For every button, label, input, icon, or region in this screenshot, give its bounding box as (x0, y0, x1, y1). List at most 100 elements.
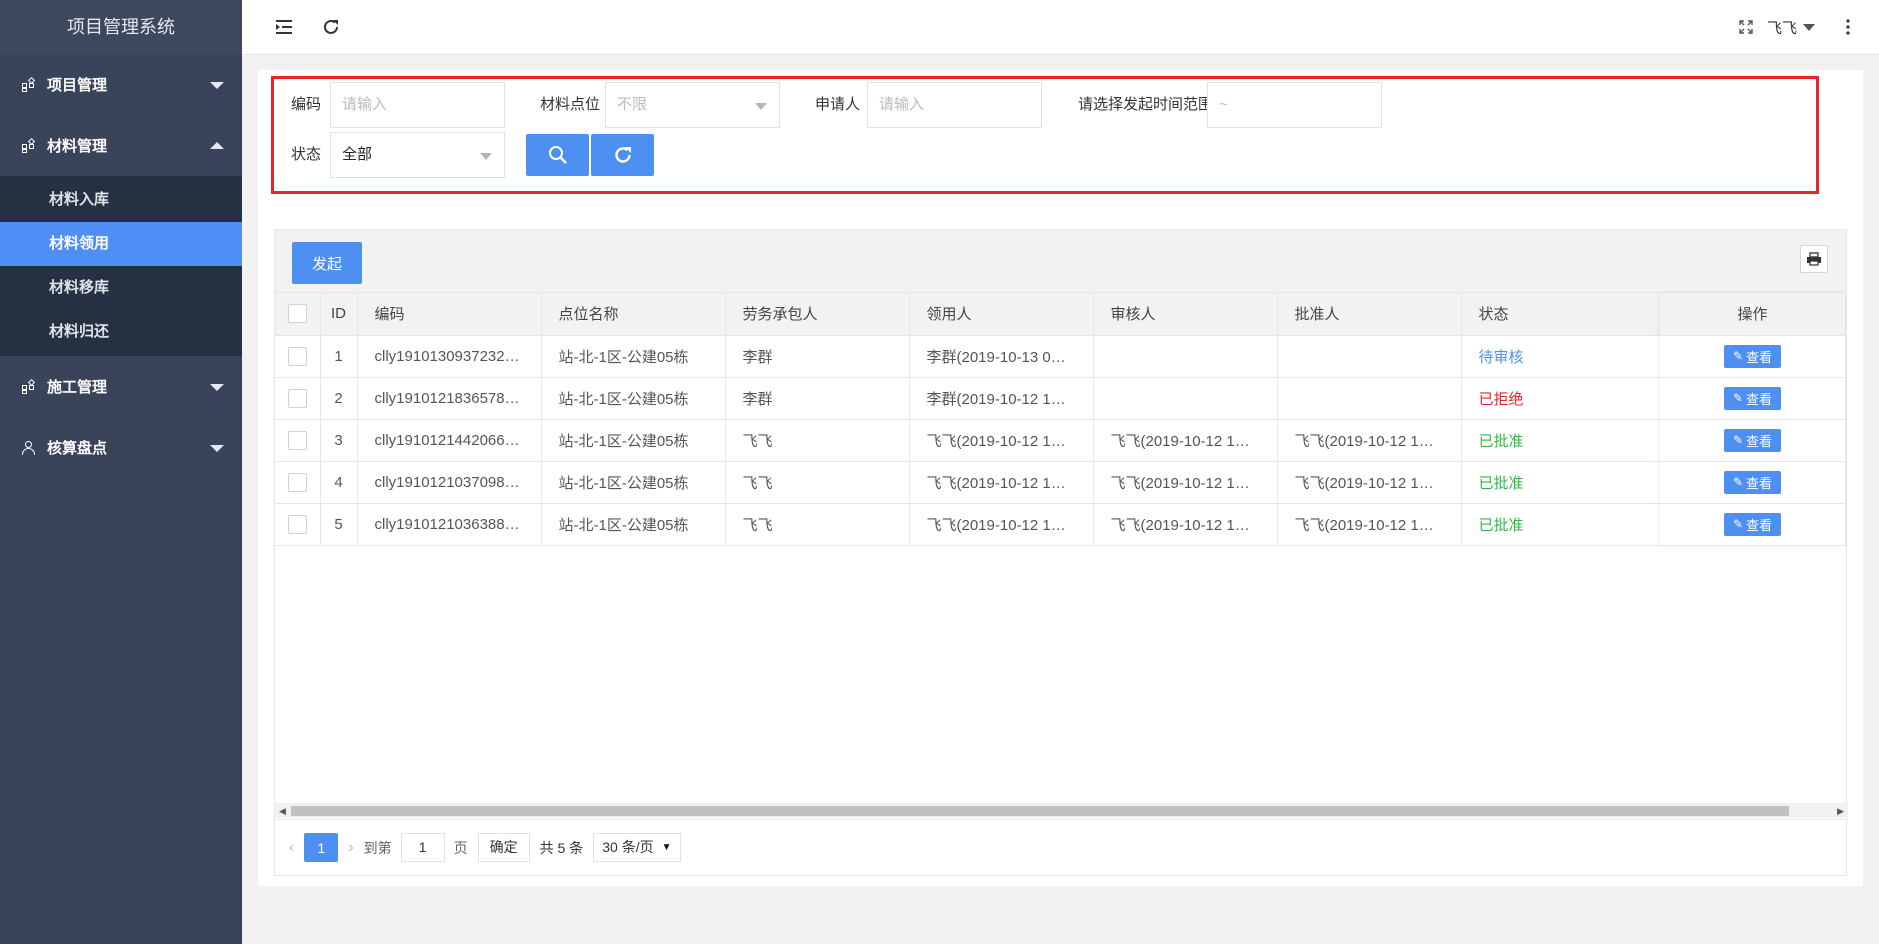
search-button[interactable] (526, 134, 589, 176)
view-button-label: 查看 (1746, 517, 1773, 533)
goto-page-input[interactable]: 1 (400, 833, 445, 862)
page-size-select[interactable]: 30 条/页 ▼ (593, 833, 681, 862)
row-reviewer: 飞飞(2019-10-12 1… (1093, 461, 1278, 504)
sidebar-group-project[interactable]: 项目管理 (0, 54, 242, 115)
view-button[interactable]: ✎ 查看 (1724, 428, 1781, 452)
location-select[interactable]: 不限 (605, 82, 780, 128)
total-count: 共 5 条 (539, 839, 584, 856)
reset-button[interactable] (591, 134, 654, 176)
table-row[interactable]: 1 clly1910130937232… 站-北-1区-公建05栋 李群 李群(2019… (275, 335, 1664, 378)
table-row[interactable]: 3 clly1910121442066… 站-北-1区-公建05栋 飞飞 飞飞(2019… (275, 419, 1664, 462)
sidebar-group-label: 材料管理 (47, 138, 108, 155)
row-checkbox[interactable] (287, 472, 307, 492)
row-location: 站-北-1区-公建05栋 (541, 503, 726, 546)
row-checkbox[interactable] (287, 430, 307, 450)
table-row[interactable]: 2 clly1910121836578… 站-北-1区-公建05栋 李群 李群(2019… (275, 377, 1664, 420)
search-icon (548, 146, 567, 164)
col-header-status: 状态 (1461, 293, 1664, 336)
username-label: 飞飞 (1766, 20, 1797, 37)
chevron-down-icon (210, 383, 224, 391)
col-header-approver: 批准人 (1277, 293, 1462, 336)
operation-row: ✎ 查看 (1660, 419, 1846, 462)
row-contractor: 李群 (725, 335, 910, 378)
material-submenu: 材料入库 材料领用 材料移库 材料归还 (0, 176, 242, 356)
view-button[interactable]: ✎ 查看 (1724, 386, 1781, 410)
sidebar-item-material-return[interactable]: 材料归还 (0, 310, 242, 354)
row-approver: 飞飞(2019-10-12 1… (1277, 419, 1462, 462)
data-table-panel: 发起 ID 编码 点位名称 劳务承包人 领用人 审核人 批准人 状态 1 cll… (274, 229, 1848, 876)
next-page-icon[interactable]: › (348, 839, 353, 857)
scrollbar-thumb[interactable] (291, 806, 1789, 816)
sidebar-item-material-in[interactable]: 材料入库 (0, 178, 242, 222)
sidebar-group-material[interactable]: 材料管理 (0, 115, 242, 176)
table-row[interactable]: 5 clly1910121036388… 站-北-1区-公建05栋 飞飞 飞飞(2019… (275, 503, 1664, 546)
scroll-left-icon[interactable]: ◀ (279, 806, 286, 817)
row-code: clly1910130937232… (357, 335, 542, 378)
fullscreen-icon[interactable] (1733, 14, 1759, 40)
row-contractor: 飞飞 (725, 503, 910, 546)
sidebar-item-material-use[interactable]: 材料领用 (0, 222, 242, 266)
sidebar-group-accounting[interactable]: 核算盘点 (0, 417, 242, 478)
row-id: 3 (320, 419, 358, 462)
row-contractor: 飞飞 (725, 461, 910, 504)
chevron-down-icon (1803, 24, 1815, 31)
status-select[interactable]: 全部 (330, 132, 505, 178)
daterange-input[interactable]: ~ (1207, 82, 1382, 128)
launch-button[interactable]: 发起 (292, 242, 362, 284)
row-code: clly1910121036388… (357, 503, 542, 546)
row-code: clly1910121442066… (357, 419, 542, 462)
row-location: 站-北-1区-公建05栋 (541, 335, 726, 378)
view-button[interactable]: ✎ 查看 (1724, 470, 1781, 494)
row-checkbox-cell (275, 419, 321, 462)
goto-confirm-button[interactable]: 确定 (477, 833, 530, 862)
row-reviewer (1093, 377, 1278, 420)
row-approver (1277, 377, 1462, 420)
sidebar-item-material-move[interactable]: 材料移库 (0, 266, 242, 310)
row-checkbox[interactable] (287, 388, 307, 408)
row-id: 2 (320, 377, 358, 420)
prev-page-icon[interactable]: ‹ (289, 839, 294, 857)
view-button-label: 查看 (1746, 349, 1773, 365)
row-checkbox-cell (275, 503, 321, 546)
operation-cell: ✎ 查看 (1660, 419, 1846, 462)
print-button[interactable] (1800, 245, 1828, 273)
row-code: clly1910121037098… (357, 461, 542, 504)
row-checkbox[interactable] (287, 514, 307, 534)
operation-cell: ✎ 查看 (1660, 335, 1846, 378)
menu-collapse-icon[interactable] (271, 14, 297, 40)
more-vertical-icon[interactable] (1835, 14, 1861, 40)
table-row[interactable]: 4 clly1910121037098… 站-北-1区-公建05栋 飞飞 飞飞(2019… (275, 461, 1664, 504)
operation-row: ✎ 查看 (1660, 377, 1846, 420)
code-input[interactable]: 请输入 (330, 82, 505, 128)
view-button-label: 查看 (1746, 391, 1773, 407)
chevron-down-icon (210, 81, 224, 89)
col-header-reviewer: 审核人 (1093, 293, 1278, 336)
scroll-right-icon[interactable]: ▶ (1837, 806, 1844, 817)
col-header-receiver: 领用人 (909, 293, 1094, 336)
row-checkbox-cell (275, 335, 321, 378)
construction-icon (22, 378, 36, 394)
select-all-checkbox[interactable] (287, 304, 307, 324)
row-approver (1277, 335, 1462, 378)
refresh-icon[interactable] (318, 14, 344, 40)
col-header-code: 编码 (357, 293, 542, 336)
row-status: 已批准 (1461, 419, 1664, 462)
table-toolbar: 发起 (275, 230, 1846, 293)
current-page[interactable]: 1 (304, 833, 339, 862)
edit-pen-icon: ✎ (1732, 433, 1744, 447)
view-button[interactable]: ✎ 查看 (1724, 512, 1781, 536)
row-receiver: 李群(2019-10-12 1… (909, 377, 1094, 420)
user-menu[interactable]: 飞飞 (1767, 17, 1815, 38)
row-checkbox[interactable] (287, 346, 307, 366)
view-button[interactable]: ✎ 查看 (1724, 344, 1781, 368)
applicant-input[interactable]: 请输入 (867, 82, 1042, 128)
row-receiver: 飞飞(2019-10-12 1… (909, 503, 1094, 546)
sidebar-group-construction[interactable]: 施工管理 (0, 356, 242, 417)
row-receiver: 飞飞(2019-10-12 1… (909, 461, 1094, 504)
status-select-value: 全部 (342, 146, 373, 163)
chevron-down-icon (755, 103, 767, 110)
operation-column: 操作 ✎ 查看 ✎ 查看 ✎ 查看 ✎ 查看 ✎ 查看 (1660, 293, 1846, 546)
row-receiver: 李群(2019-10-13 0… (909, 335, 1094, 378)
row-contractor: 飞飞 (725, 419, 910, 462)
horizontal-scrollbar[interactable]: ◀ ▶ (275, 803, 1848, 818)
